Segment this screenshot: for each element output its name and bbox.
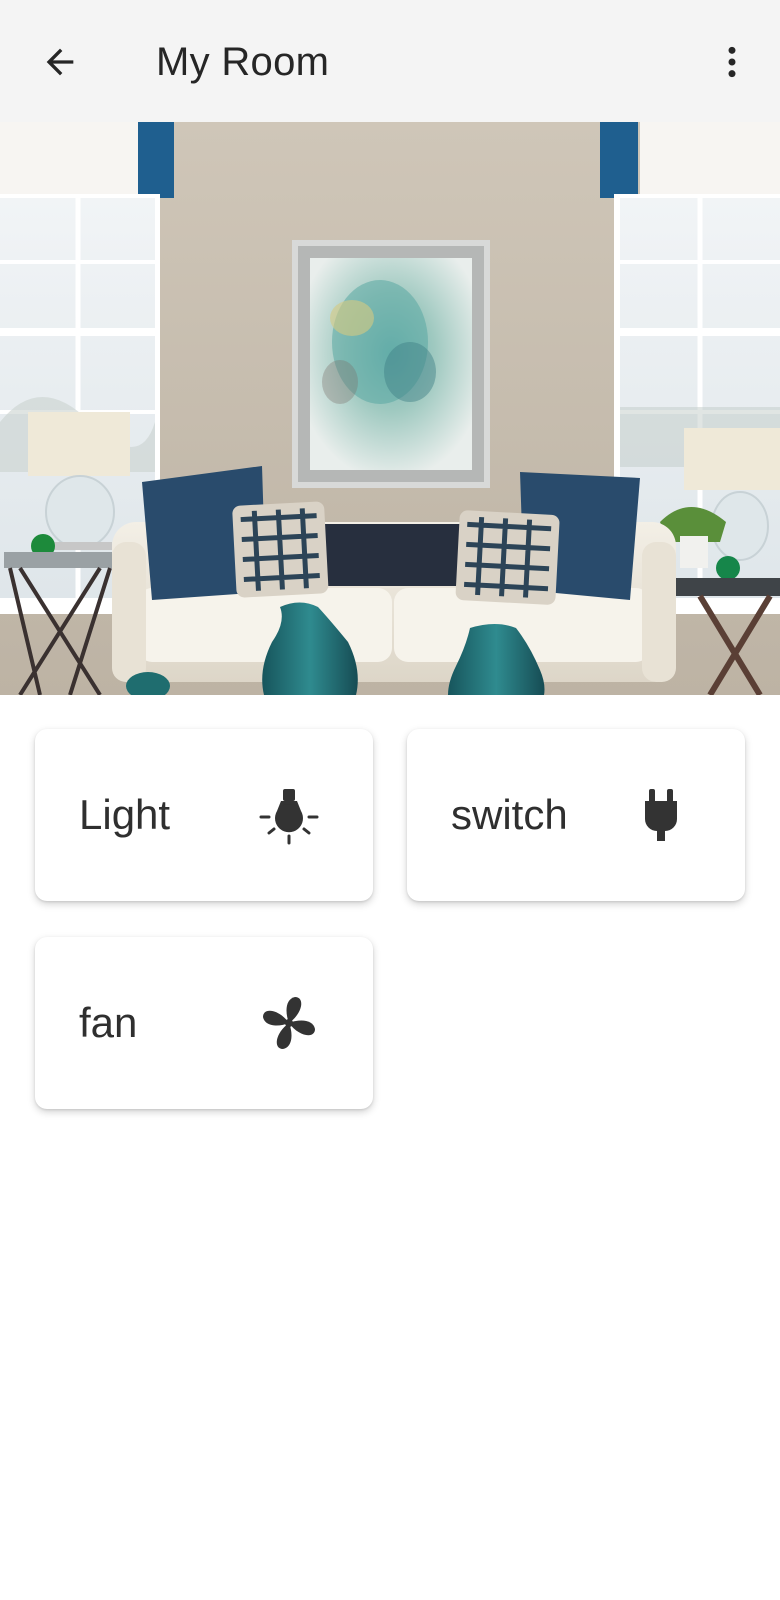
device-card-light[interactable]: Light (35, 729, 373, 901)
more-vert-icon (728, 46, 736, 78)
device-label: Light (79, 791, 171, 838)
page-title: My Room (156, 40, 330, 84)
back-button[interactable] (34, 36, 86, 88)
app-bar: My Room (0, 0, 780, 122)
device-card-switch[interactable]: switch (407, 729, 745, 901)
power-plug-icon (629, 783, 693, 847)
device-label: fan (79, 999, 138, 1046)
device-card-fan[interactable]: fan (35, 937, 373, 1109)
fan-icon (257, 991, 321, 1055)
light-bulb-icon (257, 783, 321, 847)
device-label: switch (451, 791, 568, 838)
arrow-back-icon (46, 48, 74, 76)
more-options-button[interactable] (706, 36, 758, 88)
room-photo (0, 122, 780, 695)
